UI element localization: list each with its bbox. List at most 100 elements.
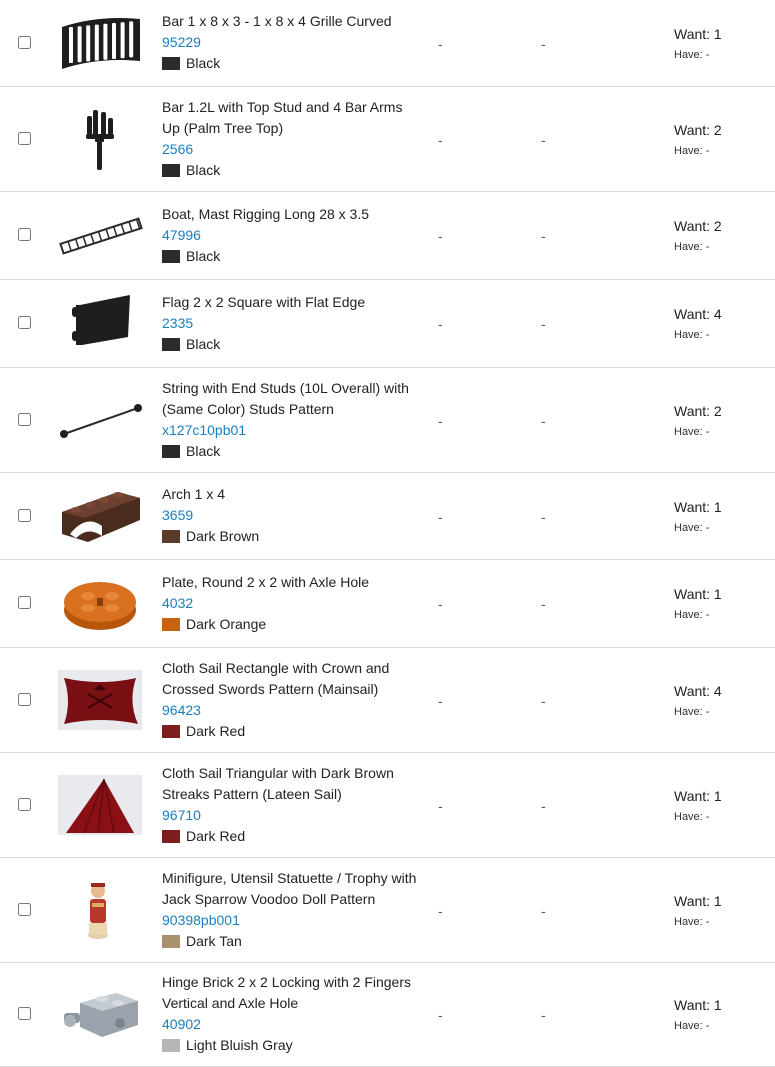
column-value: - bbox=[541, 1007, 546, 1023]
column-value: - bbox=[438, 228, 443, 244]
part-number-link[interactable]: 95229 bbox=[162, 32, 422, 53]
flag-part-icon bbox=[58, 293, 144, 355]
select-checkbox[interactable] bbox=[18, 798, 31, 811]
want-quantity: Want: 2 bbox=[674, 403, 722, 419]
part-name: Boat, Mast Rigging Long 28 x 3.5 bbox=[162, 206, 370, 222]
select-checkbox[interactable] bbox=[18, 413, 31, 426]
part-info: Flag 2 x 2 Square with Flat Edge 2335 Bl… bbox=[162, 292, 422, 355]
column-value: - bbox=[541, 36, 546, 52]
have-quantity: Have: - bbox=[674, 706, 710, 718]
part-number-link[interactable]: 40902 bbox=[162, 1014, 422, 1035]
color-swatch bbox=[162, 725, 180, 738]
lateen-sail-part-icon bbox=[58, 775, 144, 837]
table-row: Plate, Round 2 x 2 with Axle Hole 4032 D… bbox=[0, 560, 775, 648]
color-swatch bbox=[162, 530, 180, 543]
part-info: String with End Studs (10L Overall) with… bbox=[162, 378, 422, 462]
have-quantity: Have: - bbox=[674, 329, 710, 341]
table-row: Cloth Sail Rectangle with Crown and Cros… bbox=[0, 648, 775, 753]
column-value: - bbox=[541, 509, 546, 525]
part-name: Hinge Brick 2 x 2 Locking with 2 Fingers… bbox=[162, 974, 411, 1011]
select-checkbox[interactable] bbox=[18, 509, 31, 522]
table-row: Bar 1 x 8 x 3 - 1 x 8 x 4 Grille Curved … bbox=[0, 0, 775, 87]
part-name: Bar 1.2L with Top Stud and 4 Bar Arms Up… bbox=[162, 99, 403, 136]
part-color: Dark Red bbox=[162, 826, 422, 847]
color-swatch bbox=[162, 57, 180, 70]
part-info: Cloth Sail Triangular with Dark Brown St… bbox=[162, 763, 422, 847]
part-name: Minifigure, Utensil Statuette / Trophy w… bbox=[162, 870, 417, 907]
string-part-icon bbox=[58, 396, 144, 446]
color-name: Black bbox=[186, 162, 221, 178]
column-value: - bbox=[541, 413, 546, 429]
select-checkbox[interactable] bbox=[18, 903, 31, 916]
part-number-link[interactable]: 96423 bbox=[162, 700, 422, 721]
table-row: Flag 2 x 2 Square with Flat Edge 2335 Bl… bbox=[0, 280, 775, 368]
part-number-link[interactable]: 2335 bbox=[162, 313, 422, 334]
statuette-part-icon bbox=[58, 879, 144, 943]
part-color: Dark Brown bbox=[162, 526, 422, 547]
column-value: - bbox=[438, 903, 443, 919]
part-number-link[interactable]: 4032 bbox=[162, 593, 422, 614]
hinge-brick-part-icon bbox=[58, 983, 144, 1047]
table-row: Bar 1.2L with Top Stud and 4 Bar Arms Up… bbox=[0, 87, 775, 192]
want-quantity: Want: 1 bbox=[674, 997, 722, 1013]
color-swatch bbox=[162, 250, 180, 263]
table-row: Arch 1 x 4 3659 Dark Brown - - Want: 1 H… bbox=[0, 473, 775, 560]
color-swatch bbox=[162, 618, 180, 631]
color-name: Dark Red bbox=[186, 723, 246, 739]
part-number-link[interactable]: 90398pb001 bbox=[162, 910, 422, 931]
select-checkbox[interactable] bbox=[18, 693, 31, 706]
color-name: Black bbox=[186, 443, 221, 459]
part-name: Plate, Round 2 x 2 with Axle Hole bbox=[162, 574, 370, 590]
part-color: Dark Tan bbox=[162, 931, 422, 952]
round-plate-part-icon bbox=[58, 572, 144, 636]
column-value: - bbox=[438, 413, 443, 429]
part-info: Bar 1.2L with Top Stud and 4 Bar Arms Up… bbox=[162, 97, 422, 181]
column-value: - bbox=[438, 1007, 443, 1023]
part-info: Cloth Sail Rectangle with Crown and Cros… bbox=[162, 658, 422, 742]
have-quantity: Have: - bbox=[674, 522, 710, 534]
part-number-link[interactable]: 47996 bbox=[162, 225, 422, 246]
want-quantity: Want: 1 bbox=[674, 499, 722, 515]
color-name: Black bbox=[186, 336, 221, 352]
grille-part-icon bbox=[58, 13, 144, 75]
select-checkbox[interactable] bbox=[18, 1007, 31, 1020]
color-swatch bbox=[162, 164, 180, 177]
part-name: Cloth Sail Rectangle with Crown and Cros… bbox=[162, 660, 390, 697]
column-value: - bbox=[541, 228, 546, 244]
column-value: - bbox=[541, 693, 546, 709]
color-name: Dark Orange bbox=[186, 616, 267, 632]
have-quantity: Have: - bbox=[674, 145, 710, 157]
part-name: Flag 2 x 2 Square with Flat Edge bbox=[162, 294, 366, 310]
part-number-link[interactable]: x127c10pb01 bbox=[162, 420, 422, 441]
select-checkbox[interactable] bbox=[18, 316, 31, 329]
color-swatch bbox=[162, 1039, 180, 1052]
select-checkbox[interactable] bbox=[18, 132, 31, 145]
have-quantity: Have: - bbox=[674, 811, 710, 823]
table-row: Cloth Sail Triangular with Dark Brown St… bbox=[0, 753, 775, 858]
part-number-link[interactable]: 96710 bbox=[162, 805, 422, 826]
table-row: Hinge Brick 2 x 2 Locking with 2 Fingers… bbox=[0, 963, 775, 1067]
part-info: Plate, Round 2 x 2 with Axle Hole 4032 D… bbox=[162, 572, 422, 635]
want-quantity: Want: 2 bbox=[674, 122, 722, 138]
part-color: Black bbox=[162, 246, 422, 267]
color-name: Dark Brown bbox=[186, 528, 260, 544]
have-quantity: Have: - bbox=[674, 426, 710, 438]
part-color: Black bbox=[162, 53, 422, 74]
want-quantity: Want: 4 bbox=[674, 306, 722, 322]
color-name: Dark Tan bbox=[186, 933, 242, 949]
part-color: Black bbox=[162, 160, 422, 181]
part-name: Arch 1 x 4 bbox=[162, 486, 226, 502]
part-number-link[interactable]: 2566 bbox=[162, 139, 422, 160]
part-info: Minifigure, Utensil Statuette / Trophy w… bbox=[162, 868, 422, 952]
part-color: Black bbox=[162, 441, 422, 462]
select-checkbox[interactable] bbox=[18, 596, 31, 609]
column-value: - bbox=[541, 316, 546, 332]
select-checkbox[interactable] bbox=[18, 36, 31, 49]
have-quantity: Have: - bbox=[674, 1020, 710, 1032]
part-number-link[interactable]: 3659 bbox=[162, 505, 422, 526]
part-color: Dark Red bbox=[162, 721, 422, 742]
have-quantity: Have: - bbox=[674, 609, 710, 621]
mainsail-part-icon bbox=[58, 670, 144, 732]
part-info: Boat, Mast Rigging Long 28 x 3.5 47996 B… bbox=[162, 204, 422, 267]
select-checkbox[interactable] bbox=[18, 228, 31, 241]
